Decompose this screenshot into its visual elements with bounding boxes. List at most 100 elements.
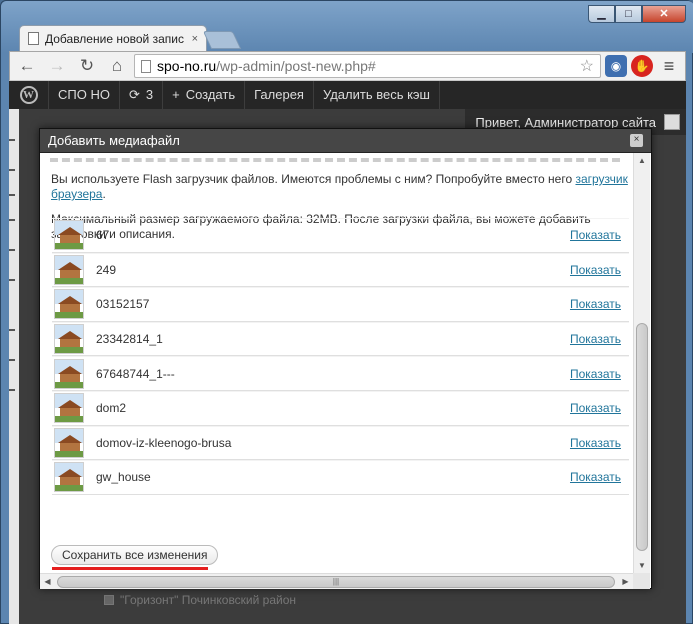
thumbnail-grass [55, 243, 83, 250]
thumbnail-roof [58, 434, 82, 443]
thumbnail-grass [55, 312, 83, 319]
house-thumbnail [54, 324, 84, 355]
page-icon [141, 59, 151, 73]
tab-title: Добавление новой запис [45, 31, 184, 46]
scroll-up-icon[interactable]: ▲ [634, 153, 650, 168]
home-icon[interactable]: ⌂ [104, 54, 130, 78]
sidebar-mark [9, 169, 15, 171]
vertical-scrollbar[interactable]: ▲ ▼ [633, 153, 650, 573]
browser-menu-icon[interactable]: ≡ [657, 56, 681, 77]
sidebar-mark [9, 139, 15, 141]
house-thumbnail [54, 393, 84, 424]
show-file-link[interactable]: Показать [570, 470, 621, 484]
house-thumbnail [54, 254, 84, 285]
sidebar-mark [9, 359, 15, 361]
media-file-list: 67 Показать 249 Показать 03152157 Показать 233… [52, 218, 629, 495]
thumbnail-grass [55, 416, 83, 423]
scrollbar-corner [633, 573, 650, 589]
thumbnail-roof [58, 261, 82, 270]
dialog-header: Добавить медиафайл × [40, 129, 651, 153]
forward-icon[interactable]: → [44, 54, 70, 78]
scroll-left-icon[interactable]: ◀ [40, 577, 55, 586]
browser-tab[interactable]: Добавление новой запис × [19, 25, 207, 51]
reload-icon[interactable]: ↻ [74, 54, 100, 78]
house-thumbnail [54, 427, 84, 458]
flash-uploader-note: Вы используете Flash загрузчик файлов. И… [51, 172, 631, 202]
updates-icon: ⟳ [128, 87, 140, 102]
file-name: 23342814_1 [96, 332, 163, 347]
sidebar-mark [9, 219, 15, 221]
admin-bar-site[interactable]: СПО НО [49, 81, 120, 109]
add-media-dialog: Добавить медиафайл × Вы используете Flas… [39, 128, 652, 589]
wordpress-logo-icon: W [19, 86, 38, 104]
browser-window: ▁ □ ✕ Добавление новой запис × ← → ↻ ⌂ s… [0, 0, 693, 624]
sidebar-mark [9, 194, 15, 196]
admin-bar-updates[interactable]: ⟳ 3 [120, 81, 164, 109]
plus-icon: + [172, 87, 180, 102]
browser-toolbar: ← → ↻ ⌂ spo-no.ru/wp-admin/post-new.php#… [9, 51, 686, 81]
media-file-row: dom2 Показать [52, 390, 629, 426]
wp-menu[interactable]: W [9, 81, 49, 109]
camera-extension-icon[interactable]: ◉ [605, 55, 627, 77]
maximize-button[interactable]: □ [615, 5, 642, 23]
media-file-row: 249 Показать [52, 252, 629, 288]
window-controls: ▁ □ ✕ [588, 5, 686, 23]
wp-admin-bar: W СПО НО ⟳ 3 + Создать Галерея Удалить в… [9, 81, 686, 109]
url-path: /wp-admin/post-new.php# [216, 58, 376, 74]
updates-count: 3 [145, 87, 154, 102]
house-thumbnail [54, 462, 84, 493]
admin-sidebar-fragment [9, 109, 19, 624]
thumbnail-grass [55, 450, 83, 457]
admin-bar-gallery[interactable]: Галерея [245, 81, 314, 109]
close-window-button[interactable]: ✕ [642, 5, 686, 23]
thumbnail-roof [58, 365, 82, 374]
show-file-link[interactable]: Показать [570, 228, 621, 242]
thumbnail-roof [58, 296, 82, 305]
tab-close-icon[interactable]: × [192, 33, 198, 45]
thumbnail-roof [58, 469, 82, 478]
show-file-link[interactable]: Показать [570, 367, 621, 381]
page-viewport: W СПО НО ⟳ 3 + Создать Галерея Удалить в… [9, 81, 686, 624]
show-file-link[interactable]: Показать [570, 297, 621, 311]
back-icon[interactable]: ← [14, 54, 40, 78]
house-thumbnail [54, 220, 84, 251]
show-file-link[interactable]: Показать [570, 436, 621, 450]
dialog-close-icon[interactable]: × [630, 134, 643, 147]
media-file-row: 67648744_1--- Показать [52, 356, 629, 391]
flash-note-suffix: . [102, 187, 106, 201]
thumbnail-grass [55, 277, 83, 284]
house-thumbnail [54, 358, 84, 389]
thumbnail-grass [55, 347, 83, 354]
admin-bar-clear-cache[interactable]: Удалить весь кэш [314, 81, 440, 109]
dialog-title: Добавить медиафайл [48, 133, 180, 148]
url-host: spo-no.ru [157, 58, 217, 74]
address-bar[interactable]: spo-no.ru/wp-admin/post-new.php# ☆ [134, 54, 601, 78]
adblock-extension-icon[interactable]: ✋ [631, 55, 653, 77]
file-name: domov-iz-kleenogo-brusa [96, 435, 232, 450]
scroll-down-icon[interactable]: ▼ [634, 558, 650, 573]
horizontal-scroll-track[interactable]: ||| [55, 575, 618, 588]
document-icon [28, 32, 39, 45]
thumbnail-grass [55, 485, 83, 492]
file-name: 249 [96, 262, 117, 277]
sidebar-mark [9, 279, 15, 281]
scroll-right-icon[interactable]: ▶ [618, 577, 633, 586]
file-name: gw_house [96, 470, 151, 485]
horizontal-scrollbar[interactable]: ◀ ||| ▶ [40, 573, 633, 589]
background-list-item: "Горизонт" Починковский район [104, 593, 296, 607]
show-file-link[interactable]: Показать [570, 332, 621, 346]
sidebar-mark [9, 389, 15, 391]
vertical-scroll-thumb[interactable] [636, 323, 648, 551]
admin-bar-create[interactable]: + Создать [163, 81, 246, 109]
media-file-row: 67 Показать [52, 218, 629, 253]
url-text: spo-no.ru/wp-admin/post-new.php# [157, 58, 574, 74]
bookmark-star-icon[interactable]: ☆ [580, 56, 594, 76]
show-file-link[interactable]: Показать [570, 401, 621, 415]
show-file-link[interactable]: Показать [570, 263, 621, 277]
media-file-row: domov-iz-kleenogo-brusa Показать [52, 425, 629, 461]
save-all-changes-button[interactable]: Сохранить все изменения [51, 545, 219, 565]
thumbnail-roof [58, 331, 82, 340]
minimize-button[interactable]: ▁ [588, 5, 615, 23]
house-thumbnail [54, 289, 84, 320]
horizontal-scroll-thumb[interactable]: ||| [57, 575, 615, 588]
